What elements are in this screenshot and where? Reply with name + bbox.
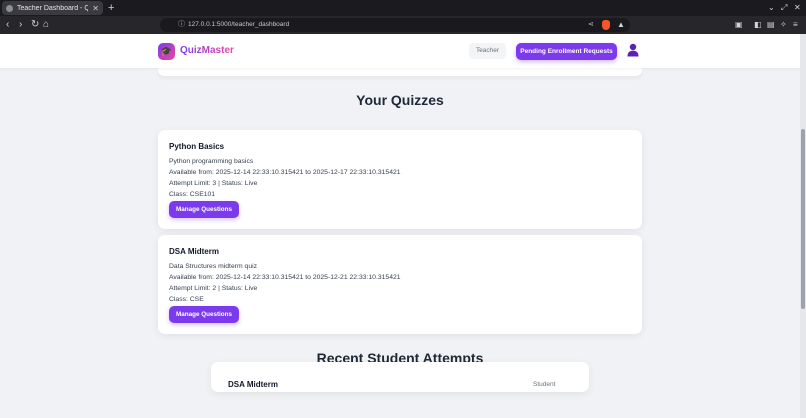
menu-icon[interactable]: ≡ [793,18,798,32]
pending-enrollment-button[interactable]: Pending Enrollment Requests [516,43,617,60]
app-navbar: 🎓 QuizMaster Teacher Pending Enrollment … [0,34,800,68]
quiz-availability: Available from: 2025-12-14 22:33:10.3154… [169,274,401,281]
quiz-limit-status: Attempt Limit: 3 | Status: Live [169,180,258,187]
page-scrollbar[interactable] [800,34,806,418]
minimize-button[interactable]: ⌄ [768,2,775,14]
new-tab-button[interactable]: + [108,1,114,15]
wallet-icon[interactable]: ▤ [767,18,775,32]
quiz-title: Python Basics [169,142,225,151]
quiz-card: Python Basics Python programming basics … [158,130,642,229]
user-icon[interactable] [627,43,639,57]
tab-title: Teacher Dashboard - Qui [17,4,89,12]
sidebar-icon[interactable]: ▣ [735,18,743,32]
quiz-class: Class: CSE [169,296,204,303]
scrollbar-thumb[interactable] [801,129,805,309]
forward-icon[interactable]: › [19,18,22,32]
share-icon[interactable]: ⋖ [588,18,594,32]
quiz-limit-status: Attempt Limit: 2 | Status: Live [169,285,258,292]
quiz-description: Data Structures midterm quiz [169,263,258,270]
your-quizzes-heading: Your Quizzes [356,92,444,108]
rewards-icon[interactable]: ▲ [617,18,625,32]
quiz-card: DSA Midterm Data Structures midterm quiz… [158,235,642,334]
back-icon[interactable]: ‹ [6,18,9,32]
attempt-quiz-name: DSA Midterm [228,380,278,389]
reader-icon[interactable]: ◧ [754,18,762,32]
manage-questions-button[interactable]: Manage Questions [169,306,239,323]
role-badge: Teacher [469,43,506,59]
tab-close-icon[interactable]: ✕ [92,4,99,13]
manage-questions-button[interactable]: Manage Questions [169,201,239,218]
quiz-availability: Available from: 2025-12-14 22:33:10.3154… [169,169,401,176]
previous-card [158,68,642,76]
quiz-title: DSA Midterm [169,247,219,256]
brave-shields-icon[interactable] [602,20,610,30]
maximize-button[interactable]: ⤢ [781,2,787,14]
attempt-card: DSA Midterm Student [211,362,589,392]
reload-icon[interactable]: ↻ [31,18,39,32]
site-info-icon[interactable]: ⓘ [178,18,185,32]
quiz-class: Class: CSE101 [169,191,216,198]
address-bar[interactable]: ⓘ 127.0.0.1:5000/teacher_dashboard ⋖ [160,18,630,32]
close-window-button[interactable]: ✕ [794,2,801,14]
url-text[interactable]: 127.0.0.1:5000/teacher_dashboard [188,18,289,32]
browser-tab[interactable]: Teacher Dashboard - Qui ✕ [2,1,103,15]
tab-favicon-icon [6,4,13,12]
logo-text[interactable]: QuizMaster [180,45,234,56]
quiz-description: Python programming basics [169,158,254,165]
page-content: Your Quizzes Python Basics Python progra… [0,34,800,418]
attempt-meta: Student [533,381,556,388]
graduation-cap-icon[interactable]: 🎓 [158,43,175,60]
browser-tab-bar: Teacher Dashboard - Qui ✕ + ⌄ ⤢ ✕ [0,0,806,16]
browser-toolbar: ‹ › ↻ ⌂ ▯ ⓘ 127.0.0.1:5000/teacher_dashb… [0,16,806,34]
home-icon[interactable]: ⌂ [43,18,49,32]
extensions-icon[interactable]: ✧ [780,18,787,32]
